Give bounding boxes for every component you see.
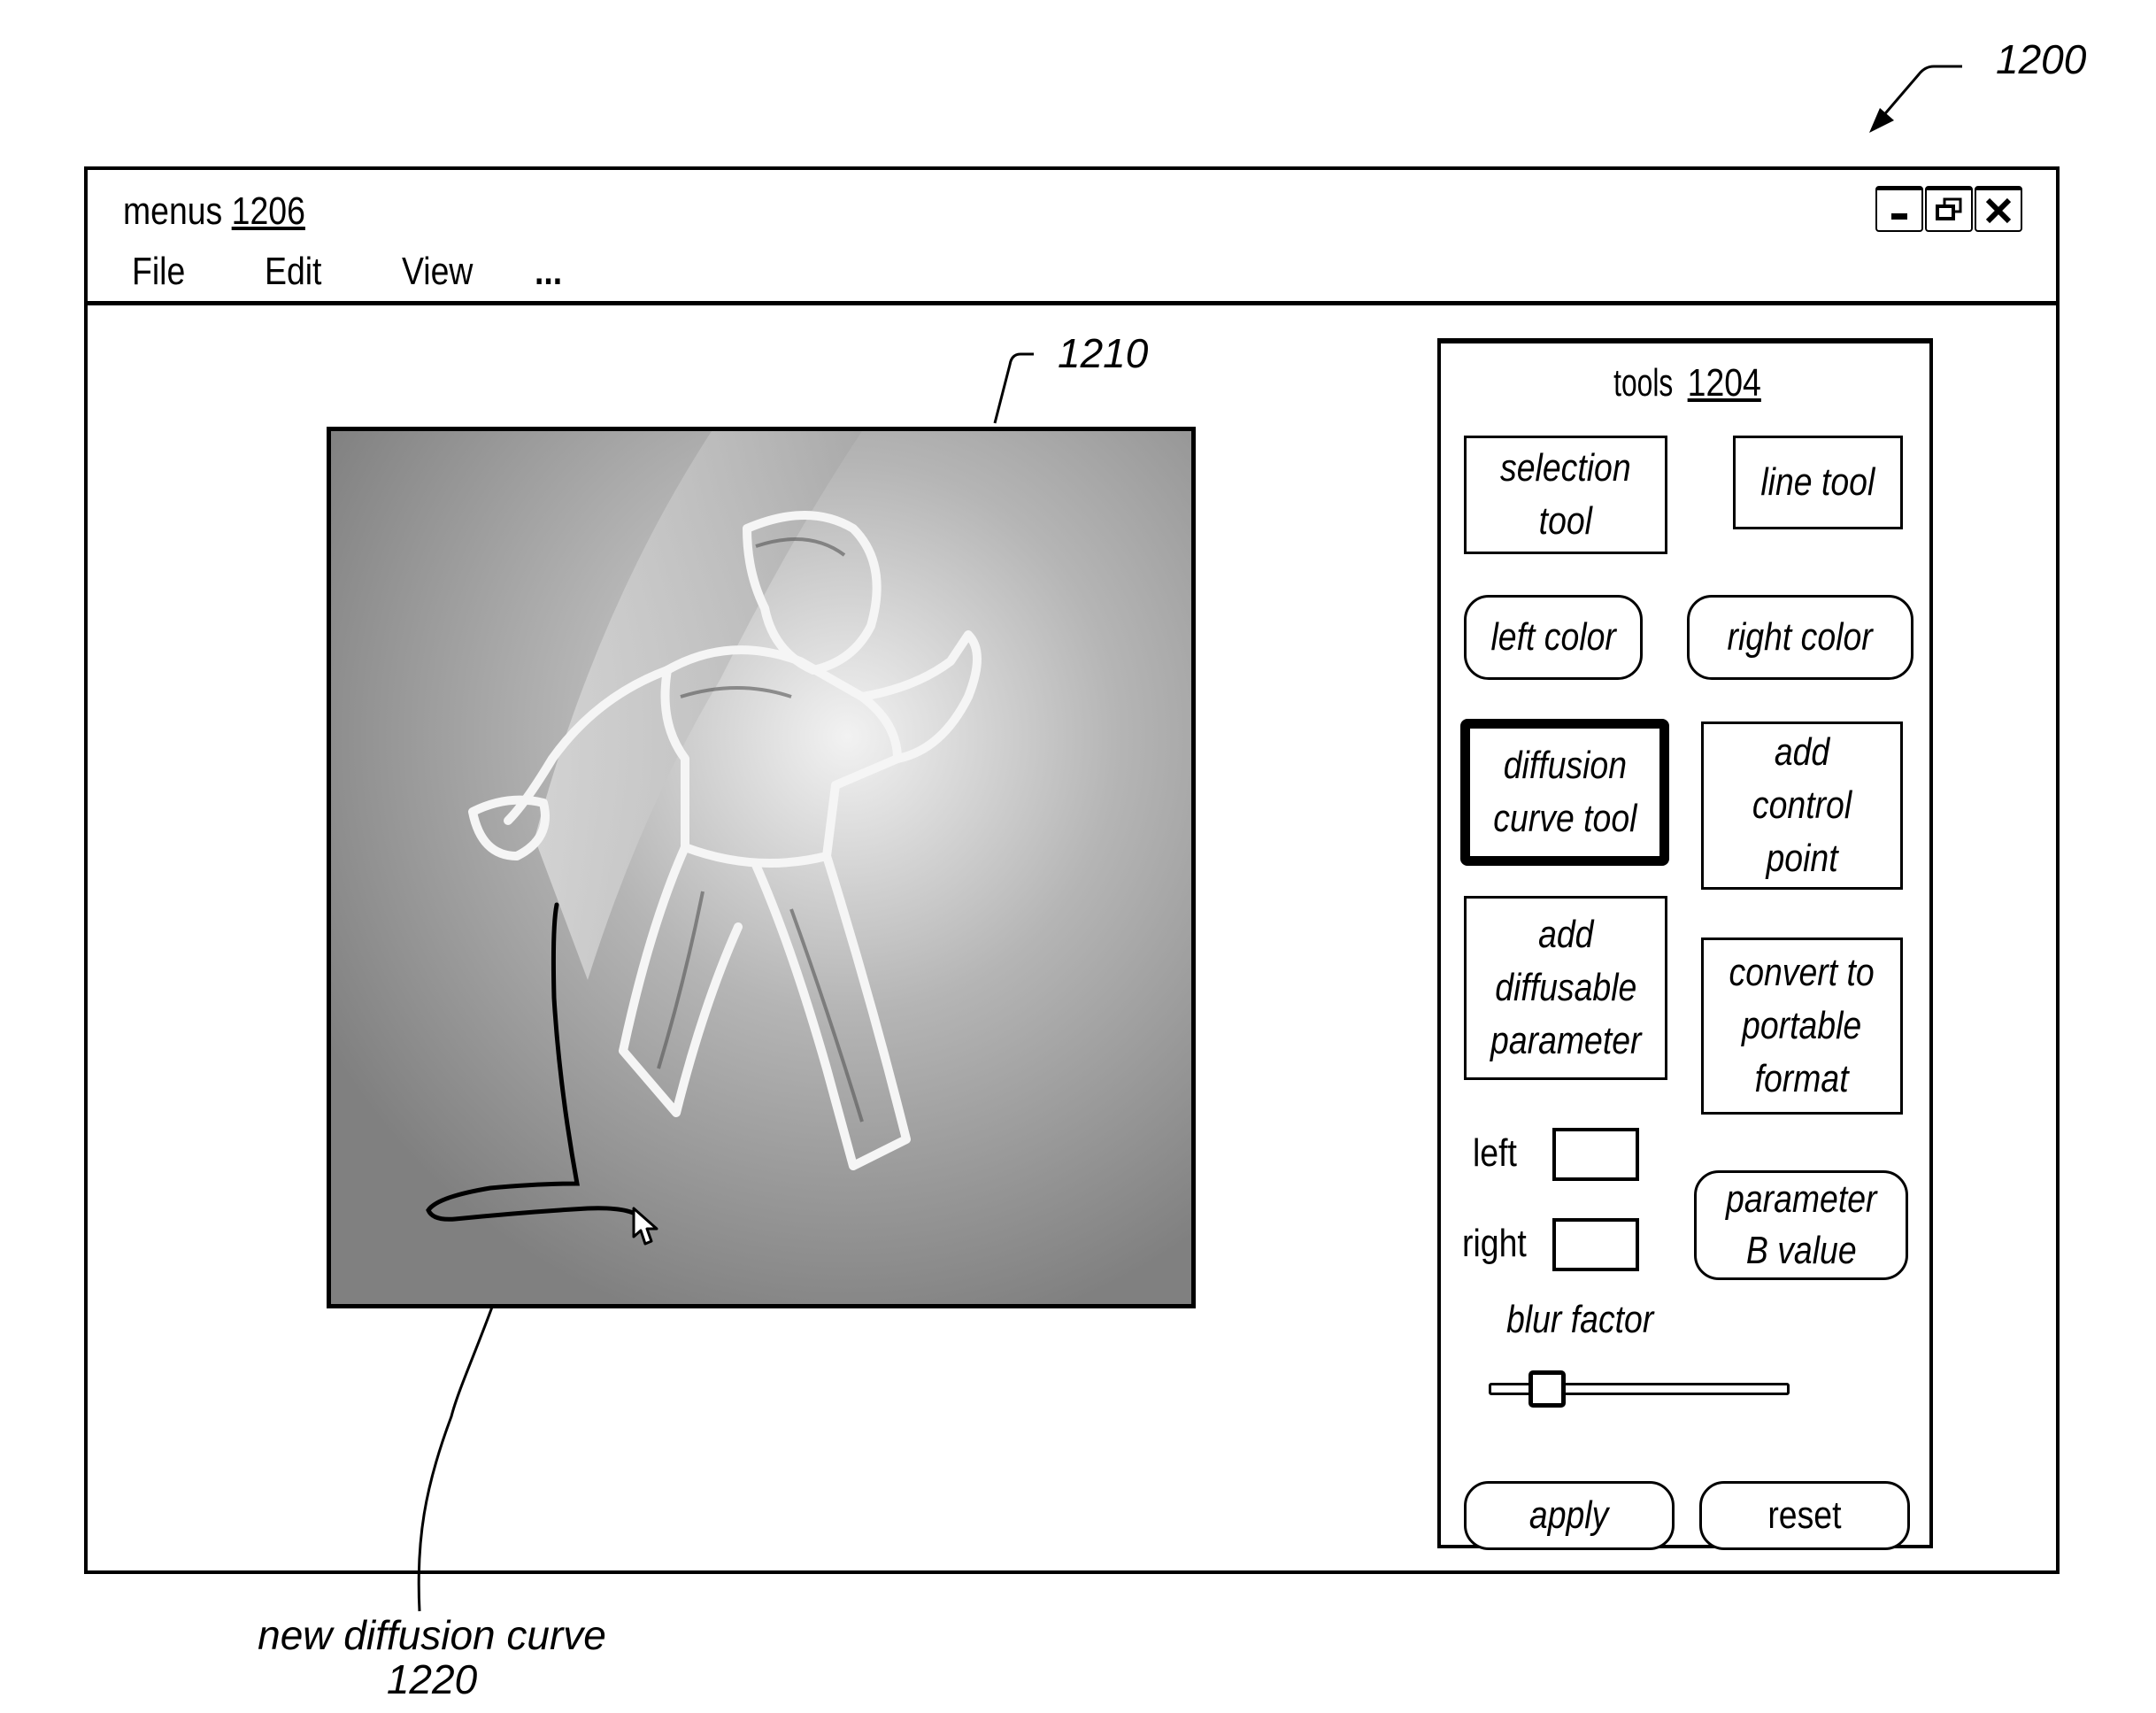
add-control-point-button[interactable]: add control point bbox=[1701, 721, 1903, 890]
selection-tool-label: selection tool bbox=[1500, 446, 1631, 543]
close-icon bbox=[1985, 197, 2012, 223]
add-control-point-label: add control point bbox=[1752, 730, 1852, 880]
diffusion-curve-tool-button[interactable]: diffusion curve tool bbox=[1460, 719, 1669, 866]
right-field-label: right bbox=[1462, 1222, 1527, 1265]
restore-button[interactable] bbox=[1925, 186, 1973, 232]
convert-to-portable-format-label: convert to portable format bbox=[1729, 951, 1875, 1100]
menus-label-text: menus bbox=[123, 189, 223, 233]
parameter-b-value-button[interactable]: parameter B value bbox=[1694, 1170, 1908, 1280]
right-color-label: right color bbox=[1727, 615, 1874, 659]
figure-ref-1200: 1200 bbox=[1996, 36, 2087, 82]
line-tool-button[interactable]: line tool bbox=[1733, 436, 1903, 529]
left-field-label: left bbox=[1473, 1131, 1517, 1175]
right-color-button[interactable]: right color bbox=[1687, 595, 1913, 680]
callout-text: new diffusion curve bbox=[258, 1612, 606, 1658]
drawing-canvas[interactable] bbox=[327, 427, 1196, 1308]
application-window: menus 1206 File Edit View ... tools 1204… bbox=[84, 166, 2060, 1574]
tools-title-text: tools bbox=[1613, 361, 1674, 405]
convert-to-portable-format-button[interactable]: convert to portable format bbox=[1701, 938, 1903, 1115]
reset-label: reset bbox=[1767, 1493, 1842, 1537]
menu-bar: menus 1206 File Edit View ... bbox=[88, 170, 2056, 305]
tools-panel: tools 1204 selection tool line tool left… bbox=[1437, 338, 1933, 1550]
restore-icon bbox=[1936, 197, 1962, 220]
leader-1200 bbox=[1875, 65, 1962, 125]
parameter-b-value-label: parameter B value bbox=[1725, 1177, 1877, 1272]
left-color-label: left color bbox=[1490, 615, 1616, 659]
menu-file[interactable]: File bbox=[132, 250, 185, 294]
callout-ref: 1220 bbox=[386, 1656, 478, 1702]
right-value-field[interactable] bbox=[1552, 1218, 1639, 1271]
reset-button[interactable]: reset bbox=[1699, 1481, 1910, 1550]
blur-factor-slider-thumb[interactable] bbox=[1528, 1370, 1566, 1408]
menu-edit[interactable]: Edit bbox=[265, 250, 321, 294]
minimize-button[interactable] bbox=[1875, 186, 1923, 232]
tools-ref: 1204 bbox=[1688, 361, 1762, 405]
tools-title: tools 1204 bbox=[1441, 361, 1929, 405]
apply-label: apply bbox=[1529, 1493, 1609, 1537]
new-diffusion-curve-callout: new diffusion curve 1220 bbox=[237, 1613, 627, 1701]
blur-factor-label: blur factor bbox=[1506, 1298, 1654, 1341]
minimize-icon bbox=[1891, 212, 1907, 220]
add-diffusable-parameter-button[interactable]: add diffusable parameter bbox=[1464, 896, 1667, 1080]
menus-ref: 1206 bbox=[231, 189, 305, 233]
selection-tool-button[interactable]: selection tool bbox=[1464, 436, 1667, 554]
canvas-image bbox=[331, 431, 1191, 1304]
menu-more[interactable]: ... bbox=[535, 250, 562, 294]
diffusion-curve-tool-label: diffusion curve tool bbox=[1492, 744, 1637, 840]
apply-button[interactable]: apply bbox=[1464, 1481, 1675, 1550]
left-value-field[interactable] bbox=[1552, 1128, 1639, 1181]
arrowhead-1200 bbox=[1869, 108, 1894, 133]
close-button[interactable] bbox=[1975, 186, 2022, 232]
left-color-button[interactable]: left color bbox=[1464, 595, 1643, 680]
menu-view[interactable]: View bbox=[402, 250, 473, 294]
add-diffusable-parameter-label: add diffusable parameter bbox=[1490, 913, 1642, 1062]
menus-label: menus 1206 bbox=[123, 189, 305, 234]
line-tool-label: line tool bbox=[1760, 460, 1875, 504]
